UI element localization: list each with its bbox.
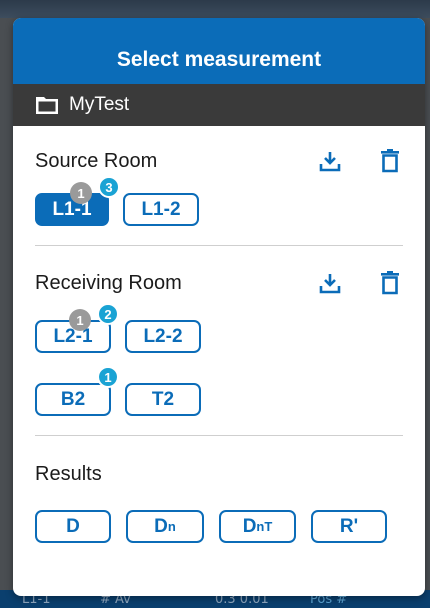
select-measurement-dialog: Select measurement MyTest Source Room L1… (13, 18, 425, 596)
download-icon (319, 274, 341, 294)
measurement-chip-l1-2[interactable]: L1-2 (123, 193, 199, 226)
dialog-title: Select measurement (116, 48, 322, 71)
receiving-delete-button[interactable] (377, 269, 403, 297)
result-button-r-prime[interactable]: R' (311, 510, 387, 543)
source-download-button[interactable] (317, 147, 343, 175)
count-badge: 1 (69, 309, 91, 331)
measurement-chip-l1-1[interactable]: L1-1 1 3 (35, 176, 120, 226)
count-badge: 1 (70, 182, 92, 204)
result-label: R' (339, 515, 359, 537)
folder-bar[interactable]: MyTest (13, 84, 425, 126)
background-top (0, 0, 430, 18)
trash-icon (381, 149, 399, 173)
measurement-chip-l2-2[interactable]: L2-2 (125, 320, 201, 353)
source-delete-button[interactable] (377, 147, 403, 175)
result-button-dnt[interactable]: DnT (219, 510, 296, 543)
folder-name: MyTest (69, 94, 130, 115)
result-subscript: nT (256, 519, 273, 534)
count-badge: 1 (97, 366, 119, 388)
measurement-chip-t2[interactable]: T2 (125, 383, 201, 416)
chip-label: L1-2 (141, 198, 181, 220)
result-button-d[interactable]: D (35, 510, 111, 543)
receiving-room-section: Receiving Room L2-1 1 2 L2-2 B2 1 T2 (13, 246, 425, 416)
section-title-results: Results (35, 462, 102, 485)
chip-label: L2-2 (143, 325, 183, 347)
result-button-dn[interactable]: Dn (126, 510, 204, 543)
count-badge: 2 (97, 303, 119, 325)
result-subscript: n (167, 519, 176, 534)
receiving-download-button[interactable] (317, 269, 343, 297)
source-room-section: Source Room L1-1 1 3 L1-2 (13, 126, 425, 226)
download-icon (319, 152, 341, 172)
section-title-receiving-room: Receiving Room (35, 271, 182, 294)
section-title-source-room: Source Room (35, 149, 158, 172)
result-label: D (242, 515, 257, 537)
measurement-chip-b2[interactable]: B2 1 (35, 366, 119, 416)
chip-label: T2 (151, 388, 175, 410)
chip-label: B2 (60, 388, 86, 410)
result-label: D (154, 515, 168, 537)
count-badge: 3 (98, 176, 120, 198)
dialog-header: Select measurement (13, 18, 425, 84)
measurement-chip-l2-1[interactable]: L2-1 1 2 (35, 303, 119, 353)
trash-icon (381, 271, 399, 295)
results-section: Results D Dn DnT R' (13, 436, 425, 543)
folder-icon (36, 97, 58, 114)
result-label: D (66, 515, 80, 537)
